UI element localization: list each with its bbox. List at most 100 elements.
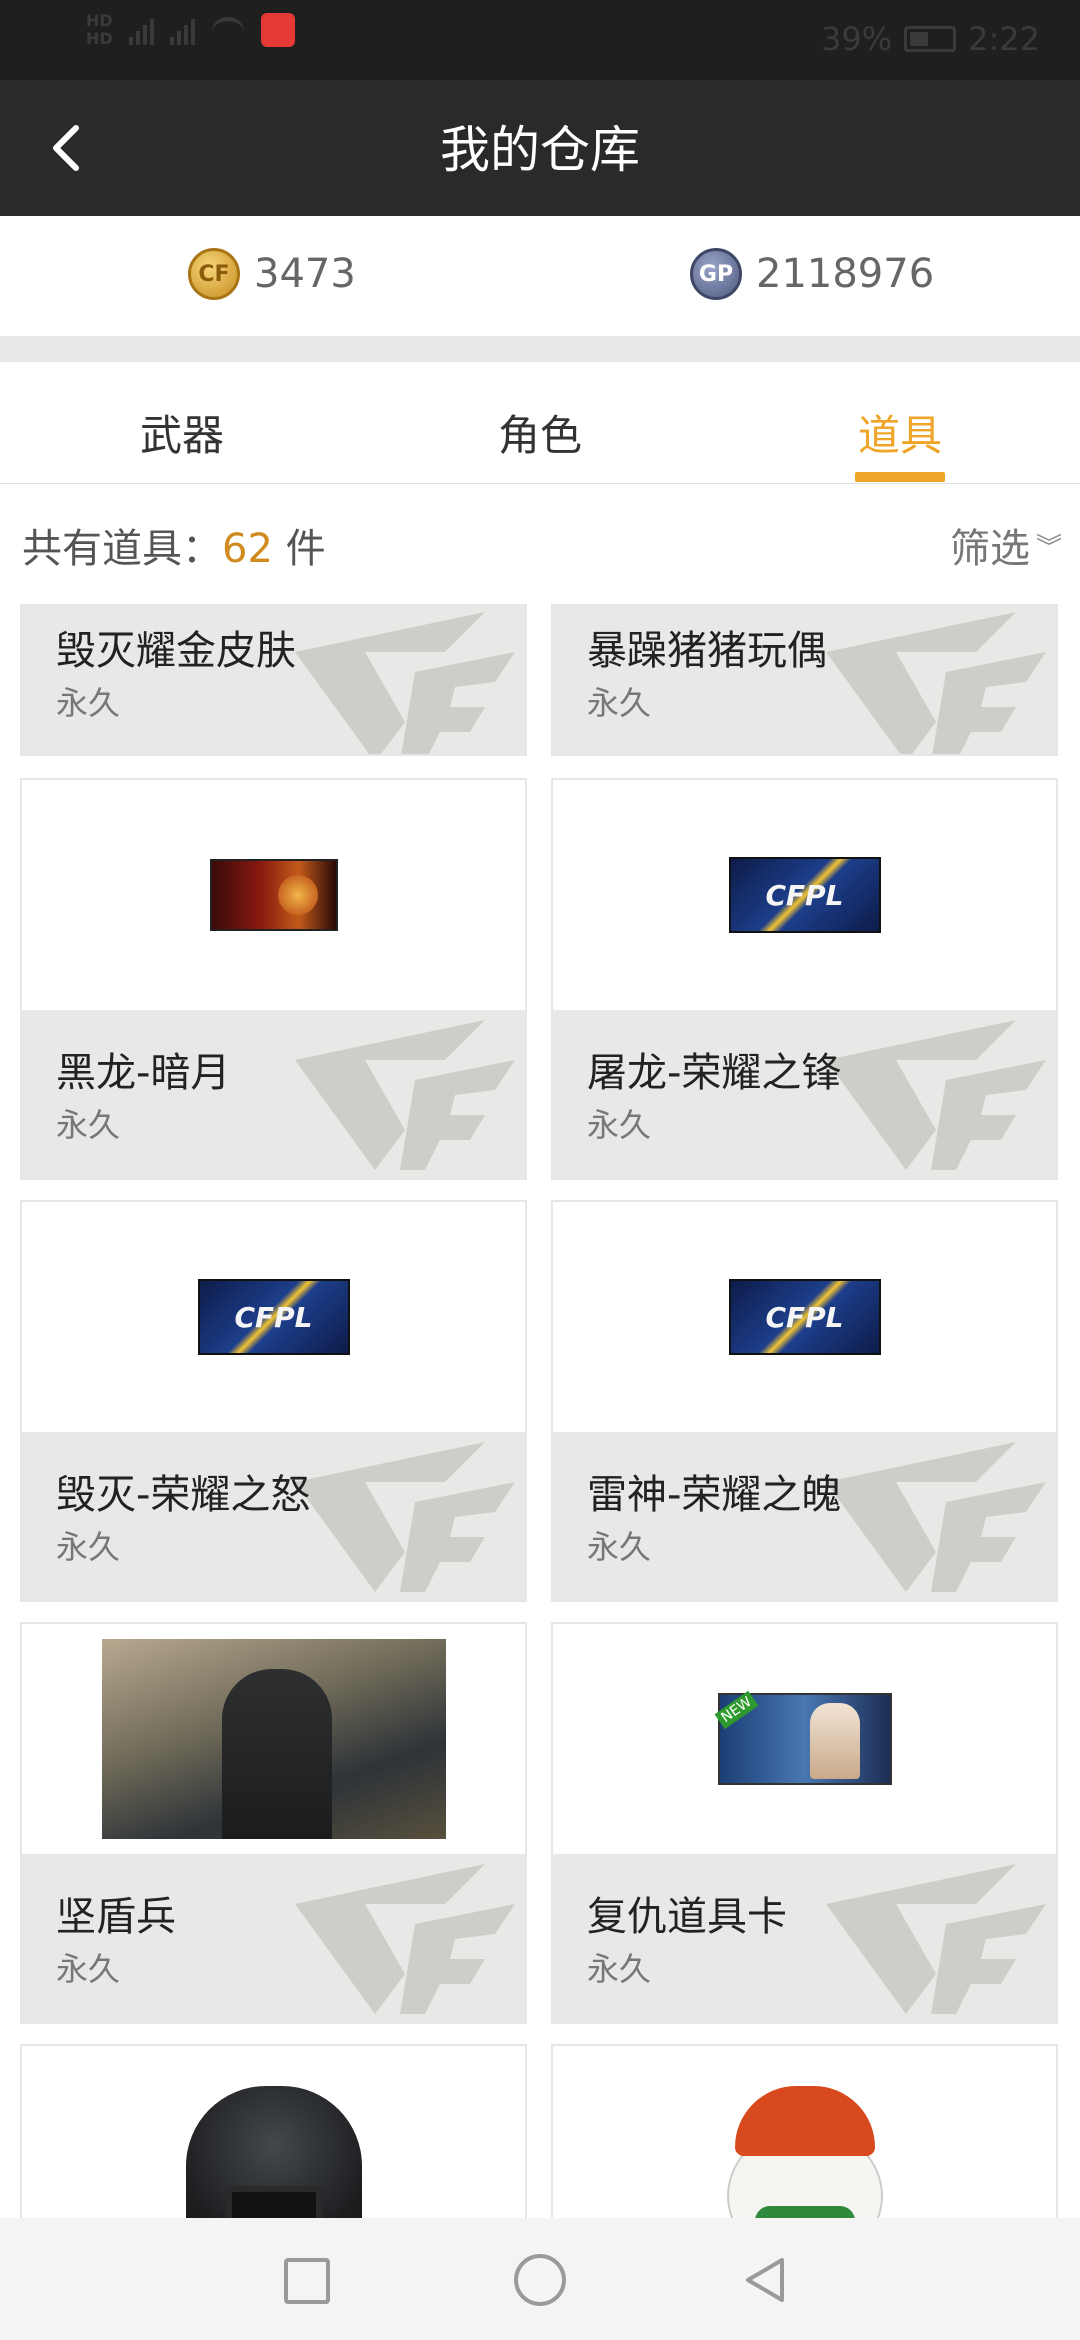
tab-weapons[interactable]: 武器	[140, 402, 224, 463]
item-info: 屠龙-荣耀之锋 永久	[553, 1010, 1056, 1178]
item-image: CFPL	[22, 1202, 525, 1432]
item-name: 毁灭-荣耀之怒	[56, 1472, 311, 1518]
cf-watermark-icon	[295, 612, 515, 754]
recent-apps-button[interactable]	[284, 2258, 330, 2304]
gp-amount: 2118976	[756, 251, 935, 297]
item-duration: 永久	[56, 1106, 121, 1144]
item-card[interactable]: 暴躁猪猪玩偶 永久	[551, 604, 1058, 756]
count-prefix: 共有道具：	[22, 526, 222, 572]
cf-amount: 3473	[254, 251, 356, 297]
item-image	[22, 2046, 525, 2218]
page-title: 我的仓库	[440, 121, 640, 179]
item-info: 复仇道具卡 永久	[553, 1854, 1056, 2022]
divider	[0, 336, 1080, 362]
item-card-thumbnail	[717, 1693, 892, 1785]
signal-icon	[169, 15, 195, 45]
item-image: CFPL	[553, 1202, 1056, 1432]
signal-icon	[128, 15, 154, 45]
clock: 2:22	[968, 20, 1040, 58]
category-tabs: 武器 角色 道具	[0, 362, 1080, 484]
item-image: CFPL	[553, 780, 1056, 1010]
item-name: 毁灭耀金皮肤	[56, 628, 296, 674]
triangle-back-icon	[746, 2258, 784, 2302]
item-name: 坚盾兵	[56, 1894, 176, 1940]
double-chevron-down-icon: ︾	[1035, 532, 1062, 563]
cf-coin-icon: CF	[188, 248, 240, 300]
hd-top-label: HD	[86, 11, 113, 30]
tab-roles[interactable]: 角色	[498, 402, 582, 463]
cf-balance: CF 3473	[188, 248, 356, 300]
egg-mascot-thumbnail	[717, 2086, 893, 2218]
cf-watermark-icon	[295, 1020, 515, 1170]
item-info: 毁灭耀金皮肤 永久	[22, 606, 525, 754]
cf-watermark-icon	[826, 1020, 1046, 1170]
item-duration: 永久	[56, 1528, 121, 1566]
cfpl-thumbnail: CFPL	[728, 857, 881, 933]
item-card[interactable]: CFPL 毁灭-荣耀之怒 永久	[20, 1200, 527, 1602]
item-card[interactable]: 复仇道具卡 永久	[551, 1622, 1058, 2024]
item-duration: 永久	[56, 1950, 121, 1988]
tab-active-indicator	[855, 472, 945, 482]
hd-bottom-label: HD	[86, 29, 113, 48]
item-card[interactable]: 毁灭耀金皮肤 永久	[20, 604, 527, 756]
app-header: 我的仓库	[0, 80, 1080, 216]
item-duration: 永久	[587, 684, 652, 722]
cf-watermark-icon	[826, 612, 1046, 754]
item-name: 雷神-荣耀之魄	[587, 1472, 842, 1518]
item-image	[22, 780, 525, 1010]
cfpl-thumbnail: CFPL	[197, 1279, 350, 1355]
cfpl-thumbnail: CFPL	[728, 1279, 881, 1355]
item-grid: 毁灭耀金皮肤 永久 暴躁猪猪玩偶 永久 黑龙-暗月 永久 CFPL 屠龙-荣耀之…	[0, 604, 1080, 2218]
item-info: 雷神-荣耀之魄 永久	[553, 1432, 1056, 1600]
weapon-skin-thumbnail	[209, 859, 338, 931]
item-info: 毁灭-荣耀之怒 永久	[22, 1432, 525, 1600]
cf-watermark-icon	[295, 1864, 515, 2014]
filter-label: 筛选	[949, 526, 1030, 572]
item-duration: 永久	[587, 1106, 652, 1144]
home-button[interactable]	[514, 2254, 566, 2306]
cf-watermark-icon	[826, 1864, 1046, 2014]
system-back-button[interactable]	[740, 2254, 792, 2306]
battery-percent: 39%	[821, 20, 893, 58]
item-count: 共有道具：62 件	[22, 516, 326, 574]
cf-watermark-icon	[826, 1442, 1046, 1592]
status-bar: HD HD 39% 2:22	[0, 0, 1080, 80]
item-card[interactable]: 黑龙-暗月 永久	[20, 778, 527, 1180]
filter-button[interactable]: 筛选 ︾	[950, 516, 1062, 574]
count-unit: 件	[285, 526, 326, 572]
item-duration: 永久	[587, 1528, 652, 1566]
item-card[interactable]: CFPL 雷神-荣耀之魄 永久	[551, 1200, 1058, 1602]
item-info: 暴躁猪猪玩偶 永久	[553, 606, 1056, 754]
cf-watermark-icon	[295, 1442, 515, 1592]
hd-indicator: HD HD	[86, 12, 113, 48]
currency-bar: CF 3473 GP 2118976	[0, 216, 1080, 336]
battery-icon	[904, 26, 957, 52]
item-image	[553, 1624, 1056, 1854]
status-left: HD HD	[86, 12, 295, 48]
item-duration: 永久	[587, 1950, 652, 1988]
item-name: 暴躁猪猪玩偶	[587, 628, 827, 674]
helmet-thumbnail	[185, 2086, 362, 2218]
tab-items[interactable]: 道具	[858, 402, 942, 463]
app-notification-icon	[260, 13, 295, 47]
item-name: 黑龙-暗月	[56, 1050, 231, 1096]
item-card[interactable]: 坚盾兵 永久	[20, 1622, 527, 2024]
item-card[interactable]	[551, 2044, 1058, 2218]
wifi-icon	[210, 17, 245, 43]
item-card[interactable]: CFPL 屠龙-荣耀之锋 永久	[551, 778, 1058, 1180]
item-name: 屠龙-荣耀之锋	[587, 1050, 842, 1096]
item-card[interactable]	[20, 2044, 527, 2218]
item-duration: 永久	[56, 684, 121, 722]
gp-coin-icon: GP	[690, 248, 742, 300]
system-nav-bar	[0, 2218, 1080, 2340]
count-number: 62	[222, 526, 273, 572]
soldier-thumbnail	[101, 1639, 446, 1839]
gp-balance: GP 2118976	[690, 248, 934, 300]
item-image	[22, 1624, 525, 1854]
item-name: 复仇道具卡	[587, 1894, 787, 1940]
item-info: 黑龙-暗月 永久	[22, 1010, 525, 1178]
item-info: 坚盾兵 永久	[22, 1854, 525, 2022]
status-right: 39% 2:22	[821, 20, 1040, 58]
item-image	[553, 2046, 1056, 2218]
summary-row: 共有道具：62 件 筛选 ︾	[0, 484, 1080, 604]
